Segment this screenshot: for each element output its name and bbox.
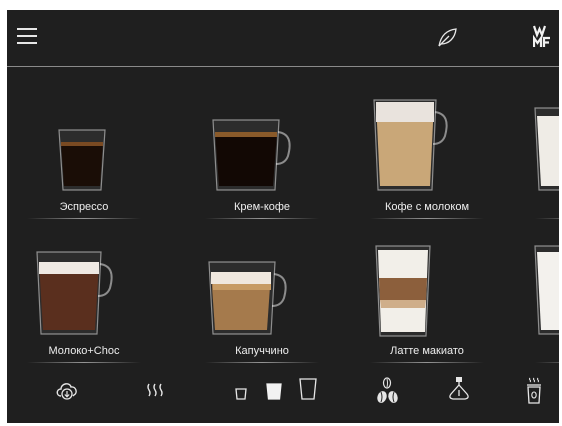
beverage-tile-milk-choc[interactable]: Молоко+Choc: [19, 222, 149, 372]
cloud-download-icon[interactable]: [53, 376, 81, 407]
coffee-beans-icon[interactable]: [376, 376, 400, 411]
beverage-tile-milk[interactable]: Молоко: [527, 78, 559, 228]
beverage-tile-milk-foam[interactable]: Молочная: [527, 222, 559, 372]
beverage-label: Молоко+Choc: [48, 345, 120, 357]
cup-size-medium-icon[interactable]: [265, 376, 283, 407]
beverage-tile-cappuccino[interactable]: Капуччино: [197, 222, 327, 372]
beverage-underline: [370, 218, 484, 219]
top-bar: [7, 10, 559, 66]
beverage-label: Молоко: [527, 201, 559, 213]
milk-container-icon[interactable]: [525, 376, 543, 411]
beverage-label: Крем-кофе: [233, 201, 291, 213]
hamburger-menu-icon[interactable]: [17, 27, 37, 45]
wmf-logo: [532, 24, 551, 50]
beverage-underline: [535, 218, 559, 219]
cup-size-large-icon[interactable]: [298, 376, 318, 407]
beverage-label: Капуччино: [235, 345, 289, 357]
beverage-tile-cafe-creme[interactable]: Крем-кофе: [197, 78, 327, 228]
beverage-underline: [27, 218, 141, 219]
top-divider: [7, 66, 559, 67]
beverage-underline: [205, 362, 319, 363]
beverage-label: Эспрессо: [59, 201, 109, 213]
beverage-underline: [370, 362, 484, 363]
beverage-tile-coffee-with-milk[interactable]: Кофе с молоком: [362, 78, 492, 228]
beverage-label: Кофе с молоком: [384, 201, 470, 213]
grinder-icon[interactable]: [446, 376, 472, 411]
bottom-bar: [7, 370, 559, 423]
beverage-label: Латте макиато: [390, 345, 464, 357]
beverage-underline: [205, 218, 319, 219]
steam-icon[interactable]: [145, 376, 165, 407]
beverage-tile-latte-macchiato[interactable]: Латте макиато: [362, 222, 492, 372]
beverage-underline: [535, 362, 559, 363]
cup-size-small-icon[interactable]: [234, 376, 248, 407]
coffee-machine-screen: Эспрессо Крем-кофе Кофе с молоком Молоко Мол…: [7, 10, 559, 423]
beverage-underline: [27, 362, 141, 363]
beverage-tile-espresso[interactable]: Эспрессо: [19, 78, 149, 228]
leaf-icon[interactable]: [435, 25, 459, 49]
beverage-label: Молочная: [527, 345, 559, 357]
